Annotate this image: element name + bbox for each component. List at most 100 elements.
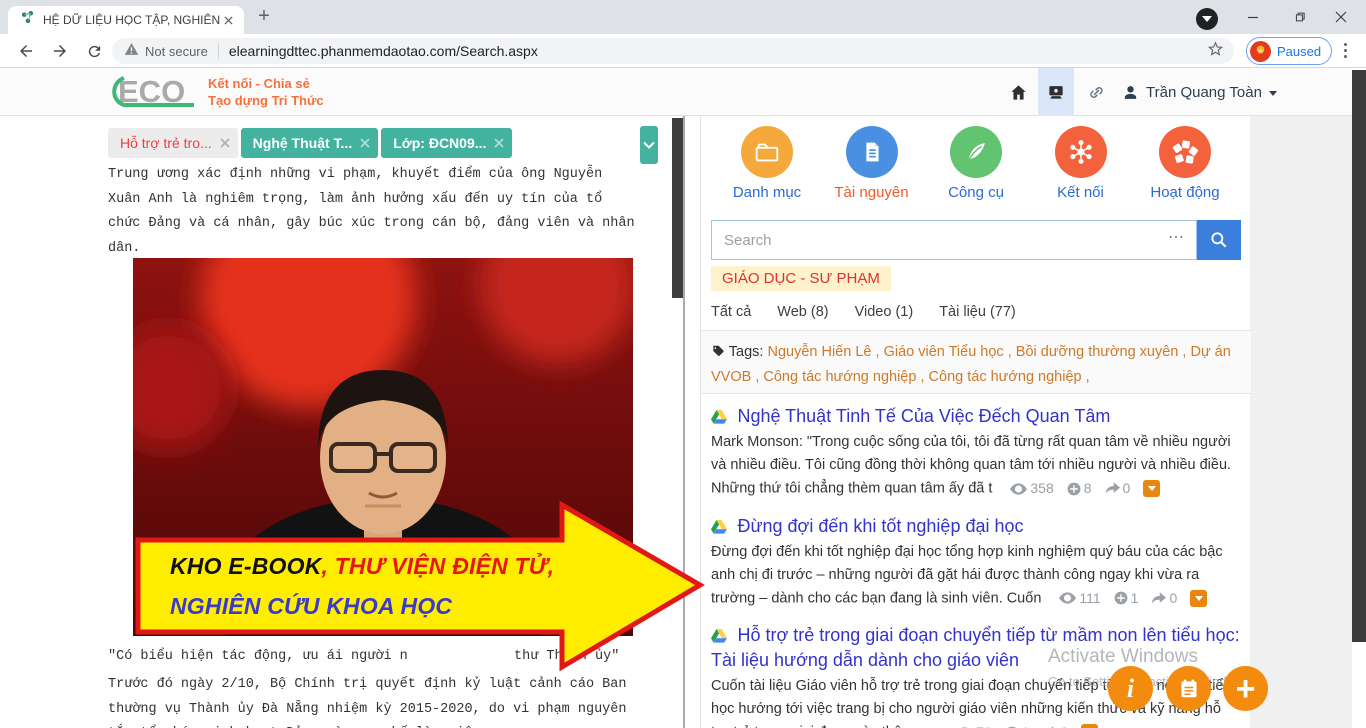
reload-icon[interactable] xyxy=(82,39,106,63)
info-fab-button[interactable]: i xyxy=(1108,666,1153,711)
caret-down-icon xyxy=(1195,596,1203,601)
search-button[interactable] xyxy=(1197,220,1241,260)
close-icon[interactable] xyxy=(360,138,370,148)
caret-down-icon xyxy=(1269,91,1277,96)
doc-tab-3[interactable]: Lớp: ĐCN09... xyxy=(381,128,512,158)
browser-tab[interactable]: HỆ DỮ LIỆU HỌC TẬP, NGHIÊN C xyxy=(8,6,244,34)
sync-paused-label: Paused xyxy=(1277,44,1321,59)
banner-line-2: NGHIÊN CỨU KHOA HỌC xyxy=(170,593,452,620)
filter-all[interactable]: Tất cả xyxy=(711,304,751,320)
panel-nav: Danh mục Tài nguyên Công cụ Kết nối xyxy=(701,126,1251,201)
cards-icon xyxy=(1159,126,1211,178)
tag-icon xyxy=(711,344,725,358)
search-input[interactable] xyxy=(712,221,1196,259)
forward-icon[interactable] xyxy=(48,39,72,63)
shares-stat[interactable]: 0 xyxy=(1105,477,1131,500)
likes-stat[interactable]: 1 xyxy=(1114,587,1139,610)
not-secure-warning-icon xyxy=(124,42,139,61)
user-name: Trần Quang Toàn xyxy=(1146,84,1262,101)
media-control-button[interactable] xyxy=(1196,8,1218,30)
article-paragraph-2: Trước đó ngày 2/10, Bộ Chính trị quyết đ… xyxy=(108,673,626,728)
tabs-dropdown-button[interactable] xyxy=(640,126,658,164)
new-tab-button[interactable]: + xyxy=(254,7,274,27)
omnibox-divider xyxy=(218,43,219,59)
document-tabs: Hỗ trợ trẻ tro... Nghệ Thuật T... Lớp: Đ… xyxy=(108,128,512,158)
search-more-button[interactable]: ⋯ xyxy=(1168,227,1186,247)
shares-stat[interactable]: 0 xyxy=(1043,721,1069,728)
url-text[interactable]: elearningdttec.phanmemdaotao.com/Search.… xyxy=(229,43,1207,59)
eco-logo-icon: ECO xyxy=(108,72,200,112)
views-stat: 111 xyxy=(1059,587,1100,610)
plus-icon: + xyxy=(1236,672,1256,706)
quill-icon xyxy=(950,126,1002,178)
nav-ket-noi[interactable]: Kết nối xyxy=(1033,126,1129,201)
tag-link[interactable]: Công tác hướng nghiệp xyxy=(763,369,928,385)
bookmark-star-icon[interactable] xyxy=(1207,40,1224,62)
link-icon[interactable] xyxy=(1080,68,1112,116)
save-result-button[interactable] xyxy=(1081,724,1098,728)
save-result-button[interactable] xyxy=(1143,480,1160,497)
tag-link[interactable]: Nguyễn Hiến Lê xyxy=(767,344,883,360)
banner-line-1: KHO E-BOOK, THƯ VIỆN ĐIỆN TỬ, xyxy=(170,553,554,580)
category-chip[interactable]: GIÁO DỤC - SƯ PHẠM xyxy=(711,266,891,291)
result-title-link[interactable]: Đừng đợi đến khi tốt nghiệp đại học xyxy=(737,516,1023,536)
nav-danh-muc[interactable]: Danh mục xyxy=(719,126,815,201)
tag-link[interactable]: Giáo viên Tiểu học xyxy=(884,344,1016,360)
result-stats: 76 1 0 xyxy=(956,721,1098,728)
tag-link[interactable]: Công tác hướng nghiệp xyxy=(929,369,1090,385)
home-icon[interactable] xyxy=(1002,68,1034,116)
page-scrollbar-thumb[interactable] xyxy=(1352,70,1366,642)
info-icon: i xyxy=(1127,674,1134,704)
profile-paused-button[interactable]: ★ Paused xyxy=(1246,37,1332,65)
search-box: ⋯ xyxy=(711,220,1197,260)
likes-stat[interactable]: 1 xyxy=(1005,721,1030,728)
result-title-link[interactable]: Nghệ Thuật Tinh Tế Của Việc Đếch Quan Tâ… xyxy=(737,406,1110,426)
close-icon[interactable] xyxy=(220,138,230,148)
close-icon[interactable] xyxy=(494,138,504,148)
filter-video[interactable]: Video (1) xyxy=(855,304,914,320)
address-bar[interactable]: Not secure elearningdttec.phanmemdaotao.… xyxy=(112,38,1234,64)
tab-close-icon[interactable] xyxy=(220,12,236,28)
page-scrollbar[interactable] xyxy=(1352,68,1366,728)
window-restore-button[interactable] xyxy=(1284,6,1314,28)
drive-icon xyxy=(711,629,727,643)
nav-tai-nguyen[interactable]: Tài nguyên xyxy=(824,126,920,201)
browser-toolbar: Not secure elearningdttec.phanmemdaotao.… xyxy=(0,34,1366,68)
views-stat: 76 xyxy=(956,721,992,728)
window-minimize-button[interactable] xyxy=(1238,6,1268,28)
resources-icon[interactable] xyxy=(1038,68,1074,116)
browser-menu-icon[interactable] xyxy=(1344,43,1348,61)
back-icon[interactable] xyxy=(14,39,38,63)
doc-tab-2-label: Nghệ Thuật T... xyxy=(253,135,353,151)
page-background xyxy=(1250,116,1352,728)
form-fab-button[interactable] xyxy=(1166,666,1211,711)
document-icon xyxy=(846,126,898,178)
filter-web[interactable]: Web (8) xyxy=(777,304,828,320)
result-item: Đừng đợi đến khi tốt nghiệp đại học Đừng… xyxy=(711,514,1243,611)
doc-tab-1[interactable]: Hỗ trợ trẻ tro... xyxy=(108,128,238,158)
nav-hoat-dong[interactable]: Hoạt động xyxy=(1137,126,1233,201)
viewer-scrollbar-thumb[interactable] xyxy=(672,118,683,298)
doc-tab-1-label: Hỗ trợ trẻ tro... xyxy=(120,135,212,151)
window-close-button[interactable] xyxy=(1326,6,1356,28)
likes-stat[interactable]: 8 xyxy=(1067,477,1092,500)
favicon-molecule-icon xyxy=(20,10,35,30)
filter-docs[interactable]: Tài liệu (77) xyxy=(939,304,1016,320)
network-icon xyxy=(1055,126,1107,178)
browser-tabstrip: HỆ DỮ LIỆU HỌC TẬP, NGHIÊN C + xyxy=(0,0,1366,34)
add-fab-button[interactable]: + xyxy=(1223,666,1268,711)
eye-icon xyxy=(1059,592,1076,604)
promo-arrow-banner xyxy=(130,495,708,673)
shares-stat[interactable]: 0 xyxy=(1151,587,1177,610)
tags-label: Tags: xyxy=(729,344,764,360)
site-logo[interactable]: ECO Kết nối - Chia sẻ Tạo dựng Tri Thức xyxy=(108,72,324,112)
doc-tab-2[interactable]: Nghệ Thuật T... xyxy=(241,128,379,158)
search-panel: Danh mục Tài nguyên Công cụ Kết nối xyxy=(700,116,1250,728)
result-description: Mark Monson: "Trong cuộc sống của tôi, t… xyxy=(711,431,1243,501)
search-icon xyxy=(1209,230,1229,250)
tag-link[interactable]: Bồi dưỡng thường xuyên xyxy=(1016,344,1191,360)
nav-cong-cu[interactable]: Công cụ xyxy=(928,126,1024,201)
save-result-button[interactable] xyxy=(1190,590,1207,607)
user-menu[interactable]: Trần Quang Toàn xyxy=(1122,68,1277,116)
tab-title: HỆ DỮ LIỆU HỌC TẬP, NGHIÊN C xyxy=(43,13,220,27)
